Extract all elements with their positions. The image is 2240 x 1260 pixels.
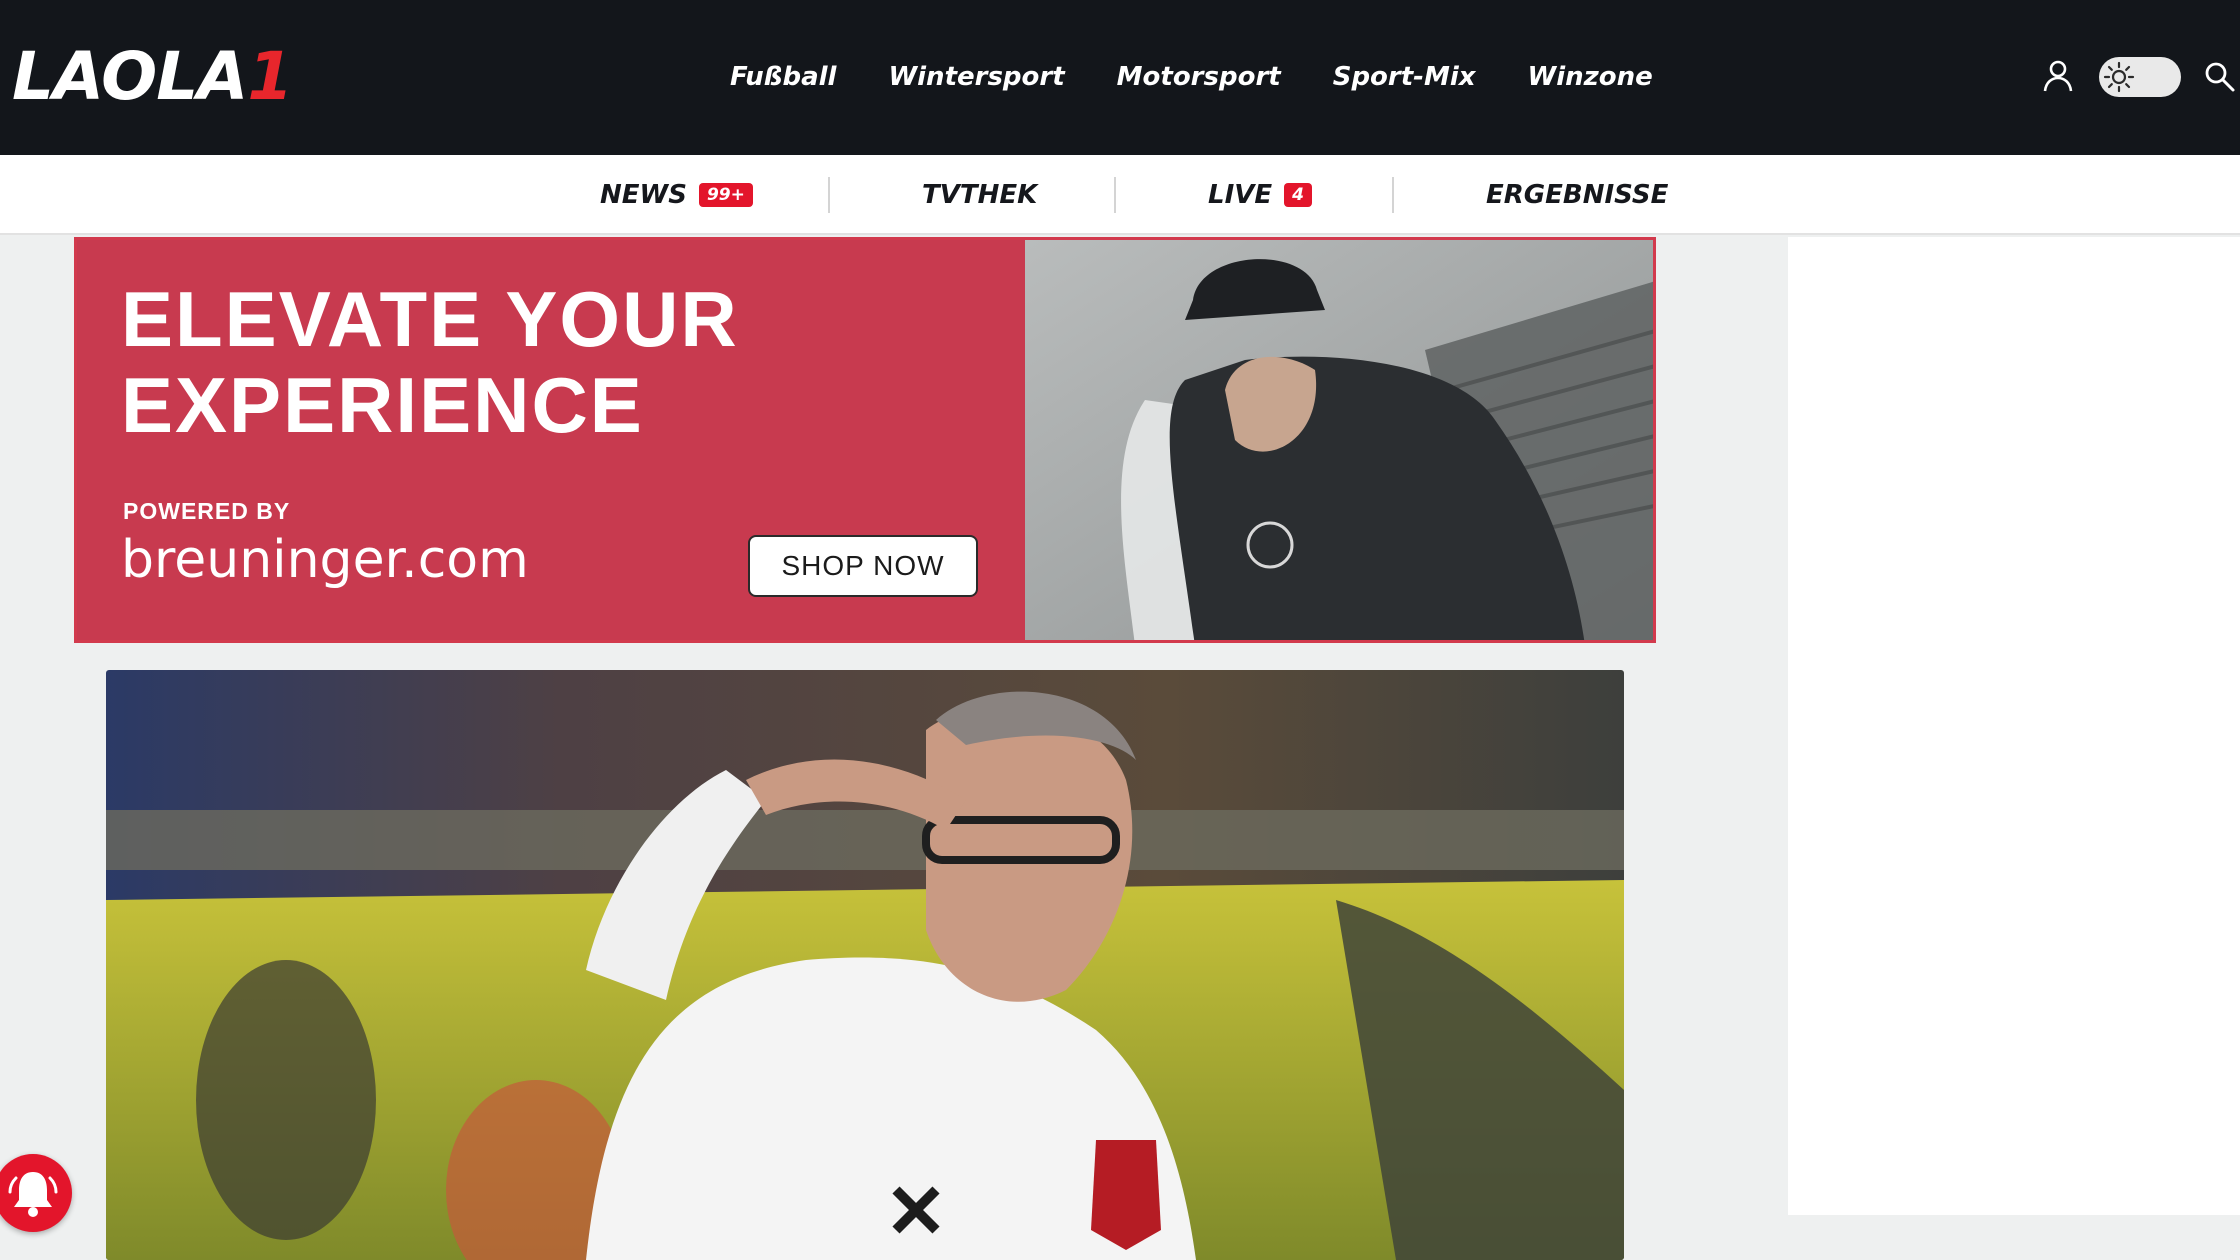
nav-divider — [828, 177, 830, 213]
news-count-badge: 99+ — [698, 182, 753, 208]
top-header: LAOLA 1 Fußball Wintersport Motorsport Sp… — [0, 0, 2240, 155]
tab-ergebnisse-label: ERGEBNISSE — [1486, 180, 1669, 210]
tab-tvthek[interactable]: TVTHEK — [922, 155, 1037, 235]
live-count-badge: 4 — [1284, 182, 1312, 208]
tab-ergebnisse[interactable]: ERGEBNISSE — [1486, 155, 1668, 235]
tab-news[interactable]: NEWS 99+ — [600, 155, 753, 235]
nav-item-wintersport[interactable]: Wintersport — [888, 62, 1064, 92]
logo-accent: 1 — [247, 38, 293, 115]
user-icon[interactable] — [2040, 58, 2076, 94]
sun-icon — [2103, 61, 2135, 93]
ad-banner[interactable]: ELEVATE YOUR EXPERIENCE POWERED BY breun… — [74, 237, 1656, 643]
shop-now-button[interactable]: SHOP NOW — [748, 535, 978, 597]
ad-headline: ELEVATE YOUR EXPERIENCE — [121, 276, 739, 448]
ad-headline-line1: ELEVATE YOUR — [121, 275, 739, 363]
notification-bell-button[interactable] — [0, 1154, 72, 1232]
right-sidebar — [1788, 237, 2240, 1215]
tab-tvthek-label: TVTHEK — [922, 180, 1038, 210]
main-nav: Fußball Wintersport Motorsport Sport-Mix… — [730, 52, 1705, 102]
theme-toggle[interactable] — [2099, 57, 2181, 97]
bell-icon — [8, 1172, 58, 1217]
tab-live[interactable]: LIVE 4 — [1208, 155, 1312, 235]
laola1-logo[interactable]: LAOLA 1 — [12, 38, 293, 115]
ad-product-photo — [1025, 240, 1653, 640]
article-hero-image[interactable] — [106, 670, 1624, 1260]
nav-divider — [1114, 177, 1116, 213]
nav-item-sport-mix[interactable]: Sport-Mix — [1333, 62, 1476, 92]
tab-live-label: LIVE — [1208, 180, 1273, 210]
nav-item-motorsport[interactable]: Motorsport — [1117, 62, 1281, 92]
secondary-nav: NEWS 99+ TVTHEK LIVE 4 ERGEBNISSE — [0, 155, 2240, 235]
header-actions — [2020, 0, 2240, 155]
nav-item-fussball[interactable]: Fußball — [730, 62, 836, 92]
ad-headline-line2: EXPERIENCE — [121, 361, 644, 449]
tab-news-label: NEWS — [600, 180, 687, 210]
ad-powered-by: POWERED BY — [123, 498, 291, 524]
nav-divider — [1392, 177, 1394, 213]
ad-brand-name: breuninger.com — [121, 530, 529, 590]
logo-text: LAOLA — [12, 38, 248, 115]
nav-item-winzone[interactable]: Winzone — [1528, 62, 1653, 92]
search-icon[interactable] — [2202, 59, 2236, 93]
